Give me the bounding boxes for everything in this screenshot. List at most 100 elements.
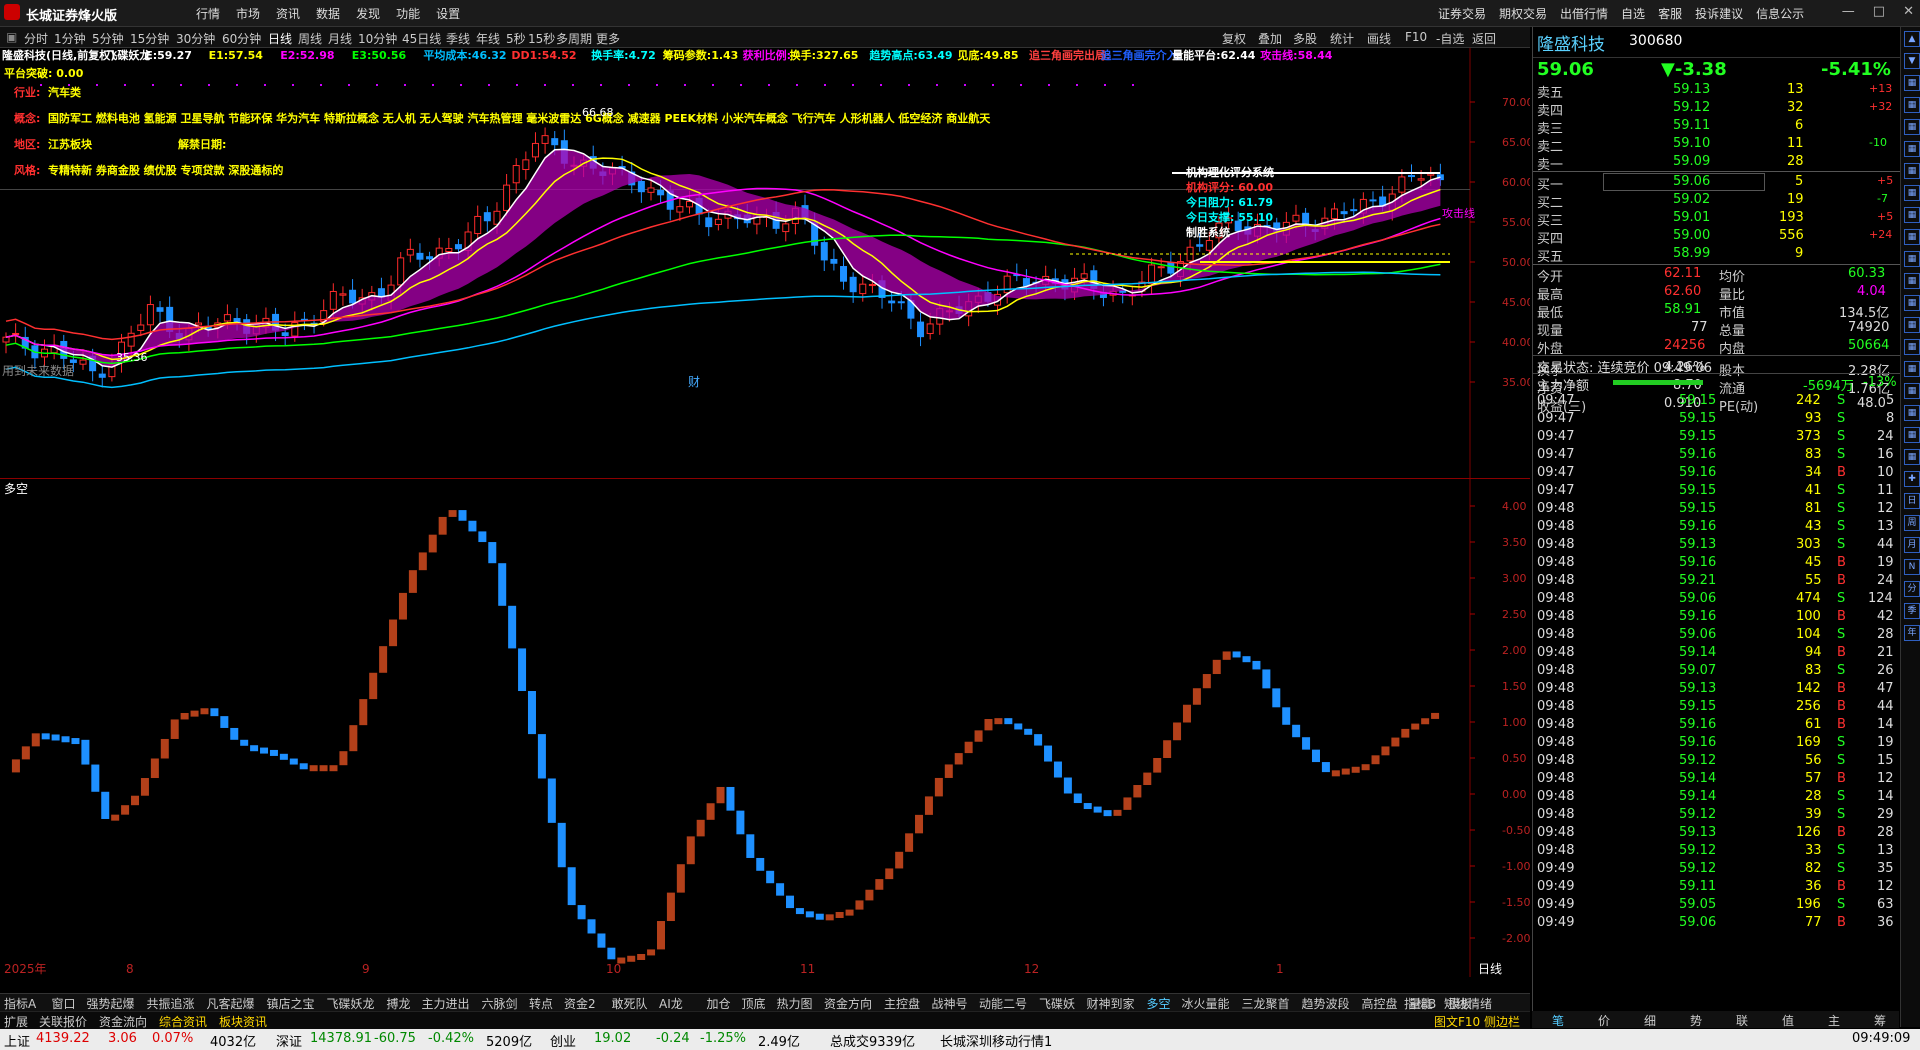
period-13[interactable]: 5秒 bbox=[506, 30, 526, 47]
top-link-1[interactable]: 期权交易 bbox=[1499, 5, 1547, 22]
chart-tool-0[interactable]: 复权 bbox=[1222, 30, 1246, 47]
chart-tool-7[interactable]: 返回 bbox=[1472, 30, 1496, 47]
right-tab-2[interactable]: 细 bbox=[1644, 1012, 1656, 1029]
indicator-tab-2[interactable]: 强势起爆 bbox=[87, 995, 135, 1012]
bottom-tab-3[interactable]: 综合资讯 bbox=[159, 1013, 207, 1030]
period-9[interactable]: 10分钟 bbox=[358, 30, 397, 47]
indicator-tab-20[interactable]: 动能二号 bbox=[979, 995, 1027, 1012]
chart-tool-6[interactable]: -自选 bbox=[1436, 30, 1464, 47]
menu-4[interactable]: 发现 bbox=[356, 5, 380, 22]
period-8[interactable]: 月线 bbox=[328, 30, 352, 47]
top-link-4[interactable]: 客服 bbox=[1658, 5, 1682, 22]
period-14[interactable]: 15秒 bbox=[528, 30, 555, 47]
side-tool-icon-13[interactable]: ▦ bbox=[1904, 317, 1920, 333]
indicator-tab-22[interactable]: 财神到家 bbox=[1087, 995, 1135, 1012]
f10-sidebar-link[interactable]: 图文F10 侧边栏 bbox=[1434, 1013, 1520, 1030]
period-15[interactable]: 多周期 bbox=[556, 30, 592, 47]
bottom-tab-4[interactable]: 板块资讯 bbox=[219, 1013, 267, 1030]
period-10[interactable]: 45日线 bbox=[402, 30, 441, 47]
period-6[interactable]: 日线 bbox=[268, 30, 292, 47]
menu-5[interactable]: 功能 bbox=[396, 5, 420, 22]
period-1[interactable]: 1分钟 bbox=[54, 30, 86, 47]
panel-toggle-icon[interactable]: ▣ bbox=[6, 30, 17, 44]
bid-row-3[interactable]: 买四 59.00 556 +24 bbox=[1533, 227, 1900, 247]
top-link-6[interactable]: 信息公示 bbox=[1756, 5, 1804, 22]
side-tool-icon-22[interactable]: 周 bbox=[1904, 515, 1920, 531]
indicator-tab-11[interactable]: 资金2 bbox=[564, 995, 596, 1012]
minimize-icon[interactable]: — bbox=[1842, 4, 1855, 19]
period-5[interactable]: 60分钟 bbox=[222, 30, 261, 47]
indicator-tab-21[interactable]: 飞碟妖 bbox=[1039, 995, 1075, 1012]
indicator-tab-14[interactable]: 加仓 bbox=[707, 995, 731, 1012]
ask-row-1[interactable]: 卖四 59.12 32 +32 bbox=[1533, 99, 1900, 119]
chart-tool-5[interactable]: F10 bbox=[1405, 30, 1427, 44]
menu-6[interactable]: 设置 bbox=[436, 5, 460, 22]
indicator-tab-3[interactable]: 共振追涨 bbox=[147, 995, 195, 1012]
chart-tool-3[interactable]: 统计 bbox=[1330, 30, 1354, 47]
bid-row-2[interactable]: 买三 59.01 193 +5 bbox=[1533, 209, 1900, 229]
right-tab-4[interactable]: 联 bbox=[1736, 1012, 1748, 1029]
menu-0[interactable]: 行情 bbox=[196, 5, 220, 22]
bid-row-1[interactable]: 买二 59.02 19 -7 bbox=[1533, 191, 1900, 211]
indicator-tab-1[interactable]: 窗口 bbox=[52, 995, 76, 1012]
indicator-tab-4[interactable]: 凡客起爆 bbox=[207, 995, 255, 1012]
side-tool-icon-10[interactable]: ▦ bbox=[1904, 251, 1920, 267]
side-tool-icon-25[interactable]: 分 bbox=[1904, 581, 1920, 597]
period-7[interactable]: 周线 bbox=[298, 30, 322, 47]
menu-3[interactable]: 数据 bbox=[316, 5, 340, 22]
indicator-tab-18[interactable]: 主控盘 bbox=[884, 995, 920, 1012]
side-tool-icon-4[interactable]: ▦ bbox=[1904, 119, 1920, 135]
top-link-5[interactable]: 投诉建议 bbox=[1695, 5, 1743, 22]
side-tool-icon-2[interactable]: ▦ bbox=[1904, 75, 1920, 91]
indicator-tab-12[interactable]: 敢死队 bbox=[612, 995, 648, 1012]
bottom-tab-0[interactable]: 扩展 bbox=[4, 1013, 28, 1030]
ask-row-4[interactable]: 卖一 59.09 28 bbox=[1533, 153, 1900, 173]
indicator-tab-27[interactable]: 高控盘 bbox=[1362, 995, 1398, 1012]
indicator-tab-0[interactable]: 指标A bbox=[4, 995, 36, 1012]
indicator-tab-right-0[interactable]: 指标B bbox=[1404, 995, 1436, 1012]
side-tool-icon-9[interactable]: ▦ bbox=[1904, 229, 1920, 245]
side-tool-icon-23[interactable]: 月 bbox=[1904, 537, 1920, 553]
menu-2[interactable]: 资讯 bbox=[276, 5, 300, 22]
period-2[interactable]: 5分钟 bbox=[92, 30, 124, 47]
indicator-tab-6[interactable]: 飞碟妖龙 bbox=[327, 995, 375, 1012]
side-tool-icon-20[interactable]: ✚ bbox=[1904, 471, 1920, 487]
indicator-tab-17[interactable]: 资金方向 bbox=[824, 995, 872, 1012]
bottom-tab-2[interactable]: 资金流向 bbox=[99, 1013, 147, 1030]
duokong-pane[interactable]: 多空 4.00 3.50 3.00 2.50 2.00 1.50 1.00 0.50 0.00 -0… bbox=[0, 478, 1530, 977]
chart-tool-2[interactable]: 多股 bbox=[1293, 30, 1317, 47]
period-16[interactable]: 更多 bbox=[596, 30, 620, 47]
right-tab-6[interactable]: 主 bbox=[1828, 1012, 1840, 1029]
period-11[interactable]: 季线 bbox=[446, 30, 470, 47]
indicator-tab-5[interactable]: 镇店之宝 bbox=[267, 995, 315, 1012]
indicator-tab-7[interactable]: 搏龙 bbox=[387, 995, 411, 1012]
side-tool-icon-27[interactable]: 年 bbox=[1904, 625, 1920, 641]
top-link-0[interactable]: 证券交易 bbox=[1438, 5, 1486, 22]
indicator-tab-23[interactable]: 多空 bbox=[1147, 995, 1171, 1012]
indicator-tab-24[interactable]: 冰火量能 bbox=[1182, 995, 1230, 1012]
side-tool-icon-5[interactable]: ▦ bbox=[1904, 141, 1920, 157]
ask-row-2[interactable]: 卖三 59.11 6 bbox=[1533, 117, 1900, 137]
side-tool-icon-18[interactable]: ▦ bbox=[1904, 427, 1920, 443]
duokong-chart[interactable]: 多空 4.00 3.50 3.00 2.50 2.00 1.50 1.00 0.50 0.00 -0… bbox=[0, 479, 1530, 977]
bottom-tab-1[interactable]: 关联报价 bbox=[39, 1013, 87, 1030]
period-3[interactable]: 15分钟 bbox=[130, 30, 169, 47]
side-tool-icon-24[interactable]: N bbox=[1904, 559, 1920, 575]
kline-pane[interactable]: 70.00 65.00 60.00 55.00 50.00 45.00 40.00 35.00… bbox=[0, 48, 1534, 478]
right-tab-7[interactable]: 筹 bbox=[1874, 1012, 1886, 1029]
top-link-2[interactable]: 出借行情 bbox=[1560, 5, 1608, 22]
right-tab-3[interactable]: 势 bbox=[1690, 1012, 1702, 1029]
indicator-tab-19[interactable]: 战神号 bbox=[932, 995, 968, 1012]
period-0[interactable]: 分时 bbox=[24, 30, 48, 47]
side-tool-icon-1[interactable]: ▼ bbox=[1904, 53, 1920, 69]
side-tool-icon-3[interactable]: ▦ bbox=[1904, 97, 1920, 113]
indicator-tab-26[interactable]: 趋势波段 bbox=[1302, 995, 1350, 1012]
side-tool-icon-14[interactable]: ▦ bbox=[1904, 339, 1920, 355]
indicator-tab-25[interactable]: 三龙聚首 bbox=[1242, 995, 1290, 1012]
indicator-tab-13[interactable]: AI龙 bbox=[659, 995, 683, 1012]
period-12[interactable]: 年线 bbox=[476, 30, 500, 47]
side-tool-icon-11[interactable]: ▦ bbox=[1904, 273, 1920, 289]
bid-row-4[interactable]: 买五 58.99 9 bbox=[1533, 245, 1900, 265]
indicator-tab-right-1[interactable]: 模板 bbox=[1448, 995, 1472, 1012]
chart-tool-4[interactable]: 画线 bbox=[1367, 30, 1391, 47]
